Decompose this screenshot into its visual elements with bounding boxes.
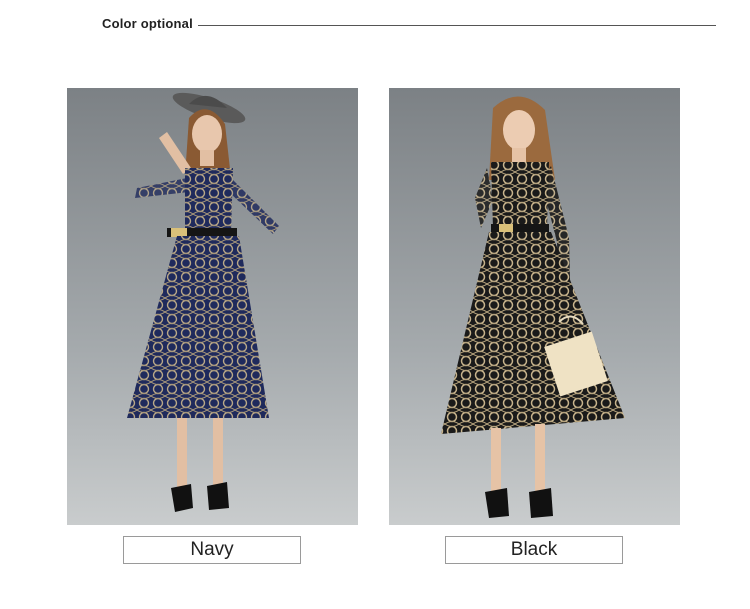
color-optional-title: Color optional: [102, 16, 193, 31]
black-color-option[interactable]: Black: [445, 536, 623, 564]
header-divider: [198, 25, 716, 26]
black-dress-illustration: [389, 88, 680, 525]
black-dress-image[interactable]: [389, 88, 680, 525]
navy-dress-image[interactable]: [67, 88, 358, 525]
navy-color-option[interactable]: Navy: [123, 536, 301, 564]
navy-dress-illustration: [67, 88, 358, 525]
